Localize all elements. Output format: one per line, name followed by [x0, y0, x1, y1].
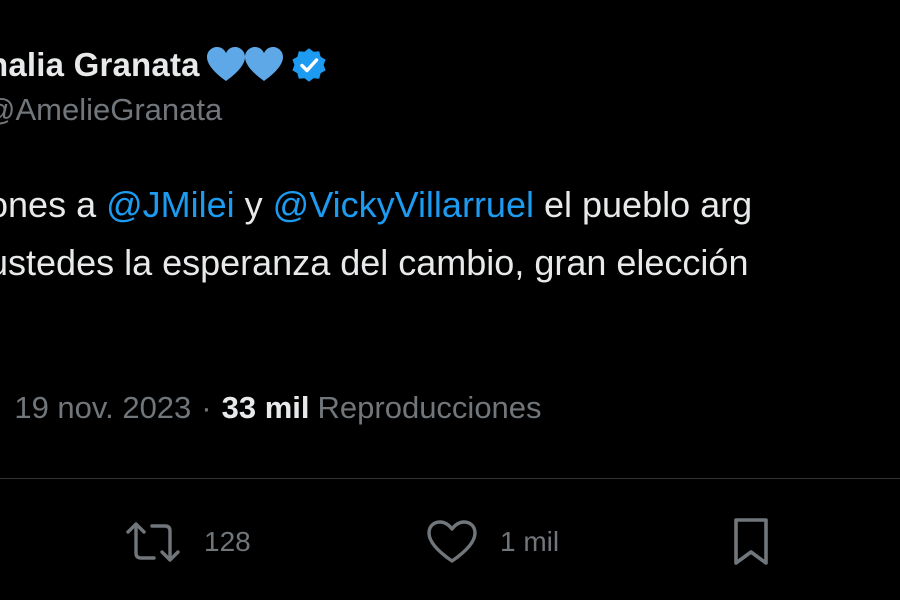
- views-count: 33 mil: [221, 390, 310, 425]
- heart-icon: [427, 520, 477, 563]
- retweet-count: 128: [204, 526, 251, 557]
- tweet-text: ones a @JMilei y @VickyVillarruel el pue…: [0, 176, 900, 292]
- like-count: 1 mil: [500, 526, 560, 557]
- name-emoji-group: [206, 47, 284, 83]
- author-handle-text: AmelieGranata: [15, 92, 223, 127]
- divider: [0, 478, 900, 479]
- tweet-text-suffix: el pueblo arg: [533, 184, 753, 225]
- author-display-name[interactable]: nalia Granata: [0, 46, 200, 84]
- tweet-date[interactable]: 19 nov. 2023: [14, 390, 191, 426]
- meta-separator: ·: [201, 390, 212, 425]
- blue-heart-icon: [244, 47, 283, 81]
- tweet-meta: · 19 nov. 2023 · 33 mil Reproducciones: [0, 390, 542, 426]
- author-handle[interactable]: @AmelieGranata: [0, 92, 222, 128]
- blue-heart-icon: [206, 47, 245, 81]
- bookmark-button[interactable]: [730, 514, 772, 570]
- verified-badge-icon[interactable]: [290, 46, 328, 84]
- bookmark-icon: [734, 518, 768, 565]
- mention-link-jmilei[interactable]: @JMilei: [106, 184, 235, 225]
- retweet-icon: [126, 522, 180, 562]
- like-button[interactable]: 1 mil: [426, 514, 559, 570]
- meta-leading-dot: ·: [0, 390, 2, 426]
- mention-link-vickyvillarruel[interactable]: @VickyVillarruel: [273, 184, 534, 225]
- tweet-text-prefix: ones a: [0, 184, 97, 225]
- views-label: Reproducciones: [317, 390, 542, 425]
- tweet-text-middle: y: [234, 184, 273, 225]
- retweet-button[interactable]: 128: [124, 514, 251, 570]
- author-row: nalia Granata: [0, 40, 328, 90]
- tweet-card: nalia Granata @AmelieGranata ones a @JMi…: [0, 0, 900, 600]
- tweet-text-line-2: ustedes la esperanza del cambio, gran el…: [0, 242, 749, 283]
- tweet-text-line-1: ones a @JMilei y @VickyVillarruel el pue…: [0, 176, 900, 234]
